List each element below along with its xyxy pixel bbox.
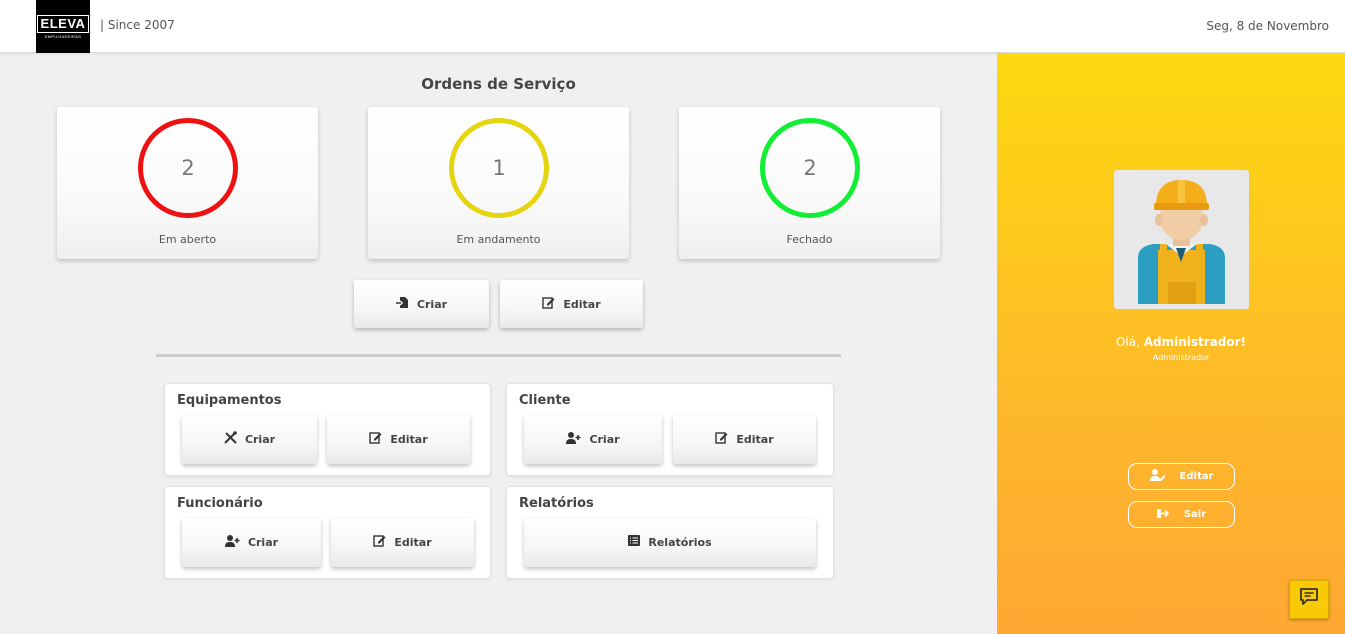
funcionario-create-label: Criar [247, 536, 279, 549]
funcionario-create-button[interactable]: Criar [182, 518, 321, 567]
chat-icon [1299, 588, 1319, 611]
relatorios-button-label: Relatórios [648, 536, 712, 549]
equipamentos-panel: Equipamentos Criar Editar [164, 383, 491, 476]
orders-in-progress-label: Em andamento [456, 233, 541, 246]
cliente-panel: Cliente Criar Editar [506, 383, 834, 476]
top-bar: ELEVA EMPILHADEIRAS | Since 2007 Seg, 8 … [0, 0, 1345, 53]
relatorios-panel: Relatórios Relatórios [506, 486, 834, 579]
equipamentos-create-button[interactable]: Criar [182, 415, 317, 464]
cliente-edit-button[interactable]: Editar [673, 415, 816, 464]
orders-closed-count: 2 [803, 156, 817, 180]
user-role: Administrador [1152, 353, 1210, 362]
edit-icon [715, 431, 728, 448]
edit-icon [369, 431, 382, 448]
greeting-name: Administrador! [1143, 335, 1247, 349]
equipamentos-title: Equipamentos [177, 393, 282, 408]
list-icon [628, 535, 641, 550]
main-content: Ordens de Serviço 2 Em aberto 1 Em andam… [0, 54, 997, 634]
eleva-logo[interactable]: ELEVA EMPILHADEIRAS [36, 0, 90, 53]
orders-in-progress-ring: 1 [449, 118, 549, 218]
logout-label: Sair [1183, 509, 1207, 520]
orders-open-label: Em aberto [158, 233, 217, 246]
tools-icon [224, 431, 237, 448]
cliente-edit-label: Editar [736, 433, 774, 446]
profile-sidebar: Olá, Administrador! Administrador Editar… [997, 53, 1345, 634]
greeting: Olá, Administrador! [997, 335, 1345, 349]
orders-closed-card[interactable]: 2 Fechado [679, 107, 940, 259]
orders-open-ring: 2 [138, 118, 238, 218]
logo-text: ELEVA [36, 14, 90, 33]
orders-open-count: 2 [181, 156, 195, 180]
relatorios-title: Relatórios [519, 496, 594, 511]
funcionario-panel: Funcionário Criar Editar [164, 486, 491, 579]
order-create-button[interactable]: Criar [354, 280, 489, 328]
edit-icon [373, 534, 386, 551]
logo-subtext: EMPILHADEIRAS [44, 33, 82, 39]
current-date: Seg, 8 de Novembro [1206, 19, 1329, 33]
user-plus-icon [224, 534, 240, 551]
user-edit-icon [1149, 469, 1166, 484]
funcionario-title: Funcionário [177, 496, 263, 511]
orders-closed-ring: 2 [760, 118, 860, 218]
since-text: | Since 2007 [100, 18, 175, 32]
profile-edit-button[interactable]: Editar [1128, 463, 1235, 490]
user-plus-icon [566, 431, 581, 448]
equipamentos-edit-label: Editar [390, 433, 428, 446]
orders-open-card[interactable]: 2 Em aberto [57, 107, 318, 259]
funcionario-edit-button[interactable]: Editar [331, 518, 474, 567]
orders-in-progress-card[interactable]: 1 Em andamento [368, 107, 629, 259]
order-create-label: Criar [416, 297, 448, 311]
relatorios-button[interactable]: Relatórios [524, 518, 816, 567]
section-divider [156, 354, 841, 357]
orders-title: Ordens de Serviço [421, 75, 576, 93]
order-edit-button[interactable]: Editar [500, 280, 643, 328]
file-import-icon [395, 296, 409, 313]
chat-button[interactable] [1289, 580, 1329, 619]
greeting-prefix: Olá, [1115, 335, 1144, 349]
edit-icon [542, 296, 555, 313]
order-edit-label: Editar [563, 297, 601, 311]
cliente-create-button[interactable]: Criar [524, 415, 662, 464]
orders-closed-label: Fechado [786, 233, 833, 246]
equipamentos-edit-button[interactable]: Editar [327, 415, 470, 464]
avatar [1114, 170, 1249, 309]
equipamentos-create-label: Criar [244, 433, 276, 446]
funcionario-edit-label: Editar [394, 536, 432, 549]
orders-in-progress-count: 1 [492, 156, 506, 180]
logout-button[interactable]: Sair [1128, 501, 1235, 528]
cliente-title: Cliente [519, 393, 571, 408]
cliente-create-label: Criar [589, 433, 620, 446]
profile-edit-label: Editar [1179, 471, 1214, 482]
sign-out-icon [1156, 508, 1170, 522]
